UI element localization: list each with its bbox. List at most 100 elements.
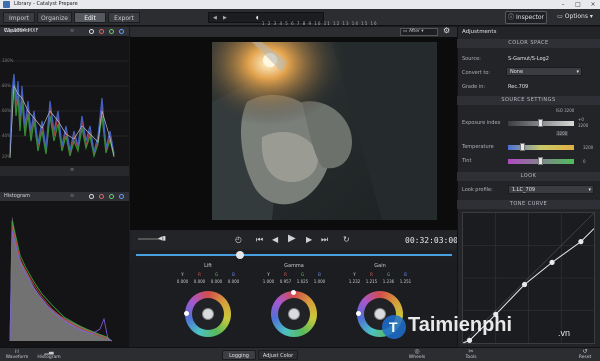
- reset-button[interactable]: ↺ Reset: [574, 348, 596, 361]
- scope-tick: 80%: [2, 83, 11, 88]
- repeat-icon[interactable]: ↻: [343, 235, 350, 245]
- logging-button[interactable]: Logging: [222, 350, 256, 360]
- compare-dropdown[interactable]: ▭ After ▾: [400, 28, 438, 36]
- gamma-b-value[interactable]: 1.000: [311, 279, 328, 284]
- reset-icon: ↺: [582, 348, 588, 355]
- channel-r: R: [370, 272, 373, 277]
- gain-r-value[interactable]: 1.215: [363, 279, 380, 284]
- tab-organize[interactable]: Organize: [37, 12, 72, 23]
- hist-red-dot[interactable]: [99, 194, 104, 199]
- gamma-r-value[interactable]: 0.957: [277, 279, 294, 284]
- color-space-header: COLOR SPACE: [457, 39, 600, 48]
- temperature-knob[interactable]: [520, 143, 525, 151]
- timeline-progress: [136, 254, 452, 256]
- tint-knob[interactable]: [538, 157, 543, 165]
- go-to-end-icon[interactable]: ⏭: [321, 235, 328, 245]
- viewer-settings-gear-icon[interactable]: ⚙: [443, 26, 450, 35]
- lift-wheel-group: Lift Y R G B 0.000 0.000 0.000 0.000: [173, 260, 243, 347]
- tone-curve-point[interactable]: [521, 281, 528, 288]
- lift-r-value[interactable]: 0.000: [191, 279, 208, 284]
- waveform-mode-icon[interactable]: ≋: [70, 27, 74, 36]
- svg-text:T: T: [389, 319, 398, 335]
- waveform-graph: [0, 60, 129, 159]
- histogram-mode-icon[interactable]: ≋: [70, 192, 74, 201]
- title-bar: Library - Catalyst Prepare – □ ×: [0, 0, 600, 9]
- histogram-scope: [0, 201, 129, 347]
- blue-dot[interactable]: [119, 29, 124, 34]
- clip-info-icon[interactable]: ≡: [70, 166, 74, 175]
- speaker-volume-icon[interactable]: ◀▮: [158, 235, 166, 242]
- maximize-button[interactable]: □: [571, 0, 585, 9]
- lift-y-value[interactable]: 0.000: [174, 279, 191, 284]
- skip-back-icon[interactable]: ◀: [213, 15, 218, 21]
- gain-y-value[interactable]: 1.232: [346, 279, 363, 284]
- channel-g: G: [386, 272, 391, 277]
- step-forward-icon[interactable]: ▶: [306, 235, 312, 245]
- tab-import[interactable]: Import: [3, 12, 35, 23]
- gain-b-value[interactable]: 1.251: [397, 279, 414, 284]
- histogram-graph: [9, 216, 113, 342]
- hist-green-dot[interactable]: [109, 194, 114, 199]
- channel-b: B: [404, 272, 407, 277]
- volume-slider[interactable]: [138, 238, 160, 240]
- lift-g-value[interactable]: 0.000: [208, 279, 225, 284]
- source-label: Source:: [462, 56, 481, 62]
- tools-toggle[interactable]: ✂ Tools: [460, 348, 482, 361]
- play-mini-icon[interactable]: ▶: [223, 15, 228, 21]
- channel-g: G: [300, 272, 305, 277]
- playhead-knob[interactable]: [236, 251, 244, 259]
- inspector-button[interactable]: ⓘ Inspector: [505, 11, 547, 24]
- lift-color-wheel[interactable]: [184, 291, 231, 337]
- exposure-knob[interactable]: [538, 119, 543, 127]
- luma-dot[interactable]: [89, 29, 94, 34]
- tone-curve-point[interactable]: [549, 259, 555, 265]
- chevron-down-icon: ▾: [576, 69, 579, 75]
- go-to-start-icon[interactable]: ⏮: [256, 235, 263, 245]
- green-dot[interactable]: [109, 29, 114, 34]
- gain-g-value[interactable]: 1.236: [380, 279, 397, 284]
- gamma-y-value[interactable]: 1.000: [260, 279, 277, 284]
- waveform-toggle[interactable]: ≀≀ Waveform: [4, 348, 30, 361]
- adjust-color-button[interactable]: Adjust Color: [258, 350, 298, 360]
- convert-dropdown[interactable]: None ▾: [506, 67, 582, 76]
- step-back-icon[interactable]: ◀: [272, 235, 278, 245]
- app-icon: [3, 1, 10, 8]
- gamma-color-wheel[interactable]: [271, 290, 317, 337]
- watermark-logo: T Taimienphi .vn: [380, 312, 590, 342]
- gamma-ring-knob[interactable]: [291, 290, 296, 295]
- options-button[interactable]: ▭ Options ▾: [553, 11, 597, 24]
- tint-value: 0: [583, 159, 586, 164]
- wheels-toggle-label: Wheels: [408, 355, 426, 360]
- lift-knob[interactable]: [202, 308, 214, 320]
- scope-tick: 20%: [2, 154, 11, 159]
- histogram-icon: ▁▃: [44, 348, 54, 355]
- tone-curve-point[interactable]: [578, 239, 584, 245]
- lift-b-value[interactable]: 0.000: [225, 279, 242, 284]
- inspector-label: Inspector: [516, 14, 544, 21]
- grade-value: Rec.709: [508, 84, 529, 90]
- close-button[interactable]: ×: [586, 0, 600, 9]
- play-icon[interactable]: ▶: [288, 234, 296, 244]
- minimize-button[interactable]: –: [556, 0, 570, 9]
- loop-icon[interactable]: ◴: [235, 235, 242, 245]
- grade-label: Grade in:: [462, 84, 486, 90]
- timeline-scrubber[interactable]: [130, 250, 457, 260]
- speaker-icon[interactable]: ◖: [256, 15, 261, 21]
- wheels-toggle[interactable]: ◎ Wheels: [404, 348, 430, 361]
- gamma-knob[interactable]: [288, 308, 300, 320]
- tab-edit[interactable]: Edit: [74, 12, 106, 23]
- clip-info-bar: ≡: [0, 166, 129, 176]
- temperature-slider[interactable]: [508, 145, 574, 150]
- gamma-g-value[interactable]: 1.025: [294, 279, 311, 284]
- hist-blue-dot[interactable]: [119, 194, 124, 199]
- look-profile-dropdown[interactable]: 1.LC_709 ▾: [508, 185, 594, 194]
- hist-luma-dot[interactable]: [89, 194, 94, 199]
- histogram-toggle[interactable]: ▁▃ Histogram: [36, 348, 62, 361]
- audio-track-selector[interactable]: 1 2 3 4 5 6 7 8 9 10 11 12 13 14 15 16: [262, 21, 378, 26]
- tab-export[interactable]: Export: [108, 12, 140, 23]
- gain-ring-knob[interactable]: [356, 311, 361, 316]
- lift-ring-knob[interactable]: [184, 311, 189, 316]
- red-dot[interactable]: [99, 29, 104, 34]
- source-settings-header: SOURCE SETTINGS: [457, 96, 600, 105]
- scope-tick: 60%: [2, 108, 11, 113]
